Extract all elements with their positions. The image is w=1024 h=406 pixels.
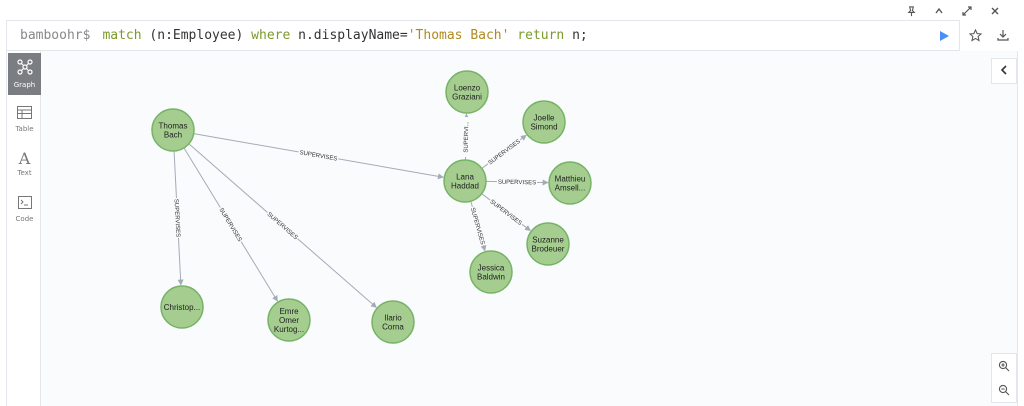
query-prompt: bamboohr$ [20,28,91,43]
pin-icon[interactable] [904,4,918,18]
relationship-label: SUPERVISES [498,180,536,187]
node-caption: Graziani [452,93,482,102]
relationship-label: SUPERVISES [266,212,299,242]
favorite-star-icon[interactable] [968,28,982,42]
query-token: where [251,28,291,43]
node-ilario[interactable]: IlarioCorna [371,300,415,344]
node-caption: Emre [279,307,299,316]
query-editor[interactable]: bamboohr$ match (n:Employee) where n.dis… [6,20,960,51]
run-query-button[interactable] [937,29,951,43]
relationship-label: SUPERVISES [173,199,181,238]
relationship-lana-jessica[interactable]: SUPERVISES [468,201,488,252]
close-icon[interactable] [988,4,1002,18]
relationship-label: SUPERVI... [464,121,471,153]
query-token: match [102,28,142,43]
zoom-controls [991,353,1017,403]
neo4j-browser-frame: bamboohr$ match (n:Employee) where n.dis… [0,0,1024,406]
relationship-lana-joelle[interactable]: SUPERVISES [481,134,527,169]
chevron-left-icon [999,63,1009,79]
node-caption: Corna [382,323,404,332]
node-caption: Thomas [159,122,188,131]
relationship-label: SUPERVISES [488,199,522,227]
relationship-thomas-ilario[interactable]: SUPERVISES [188,143,377,308]
node-caption: Jessica [478,264,505,273]
relationship-label: SUPERVISES [488,139,522,167]
zoom-out-icon [998,381,1010,400]
collapse-up-icon[interactable] [932,4,946,18]
node-caption: Suzanne [532,236,564,245]
relationship-lana-suzanne[interactable]: SUPERVISES [481,193,531,232]
node-caption: Joelle [534,114,555,123]
node-caption: Baldwin [477,273,505,282]
node-caption: Haddad [451,182,479,191]
node-caption: Matthieu [555,175,586,184]
query-token: n.displayName= [290,28,408,43]
node-caption: Ilario [384,314,402,323]
relationship-label: SUPERVISES [469,207,485,245]
node-caption: Kurtog... [274,325,304,334]
toggle-inspector-button[interactable] [991,58,1017,84]
relationship-lana-loenzo[interactable]: SUPERVI... [461,113,471,161]
relationship-thomas-christop[interactable]: SUPERVISES [172,150,184,286]
result-panel: Graph Table A Text Code SUPERVISES SUPER… [6,51,1018,406]
query-token: (n:Employee) [141,28,252,43]
relationship-thomas-lana[interactable]: SUPERVISES [193,133,444,180]
frame-controls [904,4,1002,18]
node-matthieu[interactable]: MatthieuAmsell... [548,161,592,205]
node-joelle[interactable]: JoelleSimond [522,100,566,144]
expand-icon[interactable] [960,4,974,18]
query-actions [968,28,1010,42]
zoom-in-icon [998,357,1010,376]
node-caption: Brodeuer [532,245,565,254]
node-christop[interactable]: Christop... [160,285,204,329]
zoom-out-button[interactable] [992,378,1016,402]
relationship-label: SUPERVISES [217,207,242,243]
query-token: 'Thomas Bach' [407,28,510,43]
relationship-lana-matthieu[interactable]: SUPERVISES [485,177,549,187]
node-caption: Christop... [164,303,200,312]
node-caption: Simond [530,123,557,132]
query-token: return [517,28,565,43]
node-caption: Loenzo [454,84,481,93]
node-loenzo[interactable]: LoenzoGraziani [445,70,489,114]
node-caption: Bach [164,131,182,140]
zoom-in-button[interactable] [992,354,1016,378]
node-emre[interactable]: EmreOmerKurtog... [267,298,311,342]
node-suzanne[interactable]: SuzanneBrodeuer [526,222,570,266]
node-jessica[interactable]: JessicaBaldwin [469,250,513,294]
node-caption: Amsell... [555,184,586,193]
graph-canvas[interactable]: SUPERVISESSUPERVISES SUPERVISES SUPERVISES… [7,51,1019,406]
query-text[interactable]: match (n:Employee) where n.displayName='… [102,28,587,43]
node-thomas[interactable]: ThomasBach [151,108,195,152]
relationship-thomas-emre[interactable]: SUPERVISES [183,147,278,302]
node-lana[interactable]: LanaHaddad [443,159,487,203]
query-token: n; [564,28,588,43]
node-caption: Omer [279,316,299,325]
download-icon[interactable] [996,28,1010,42]
node-caption: Lana [456,173,474,182]
